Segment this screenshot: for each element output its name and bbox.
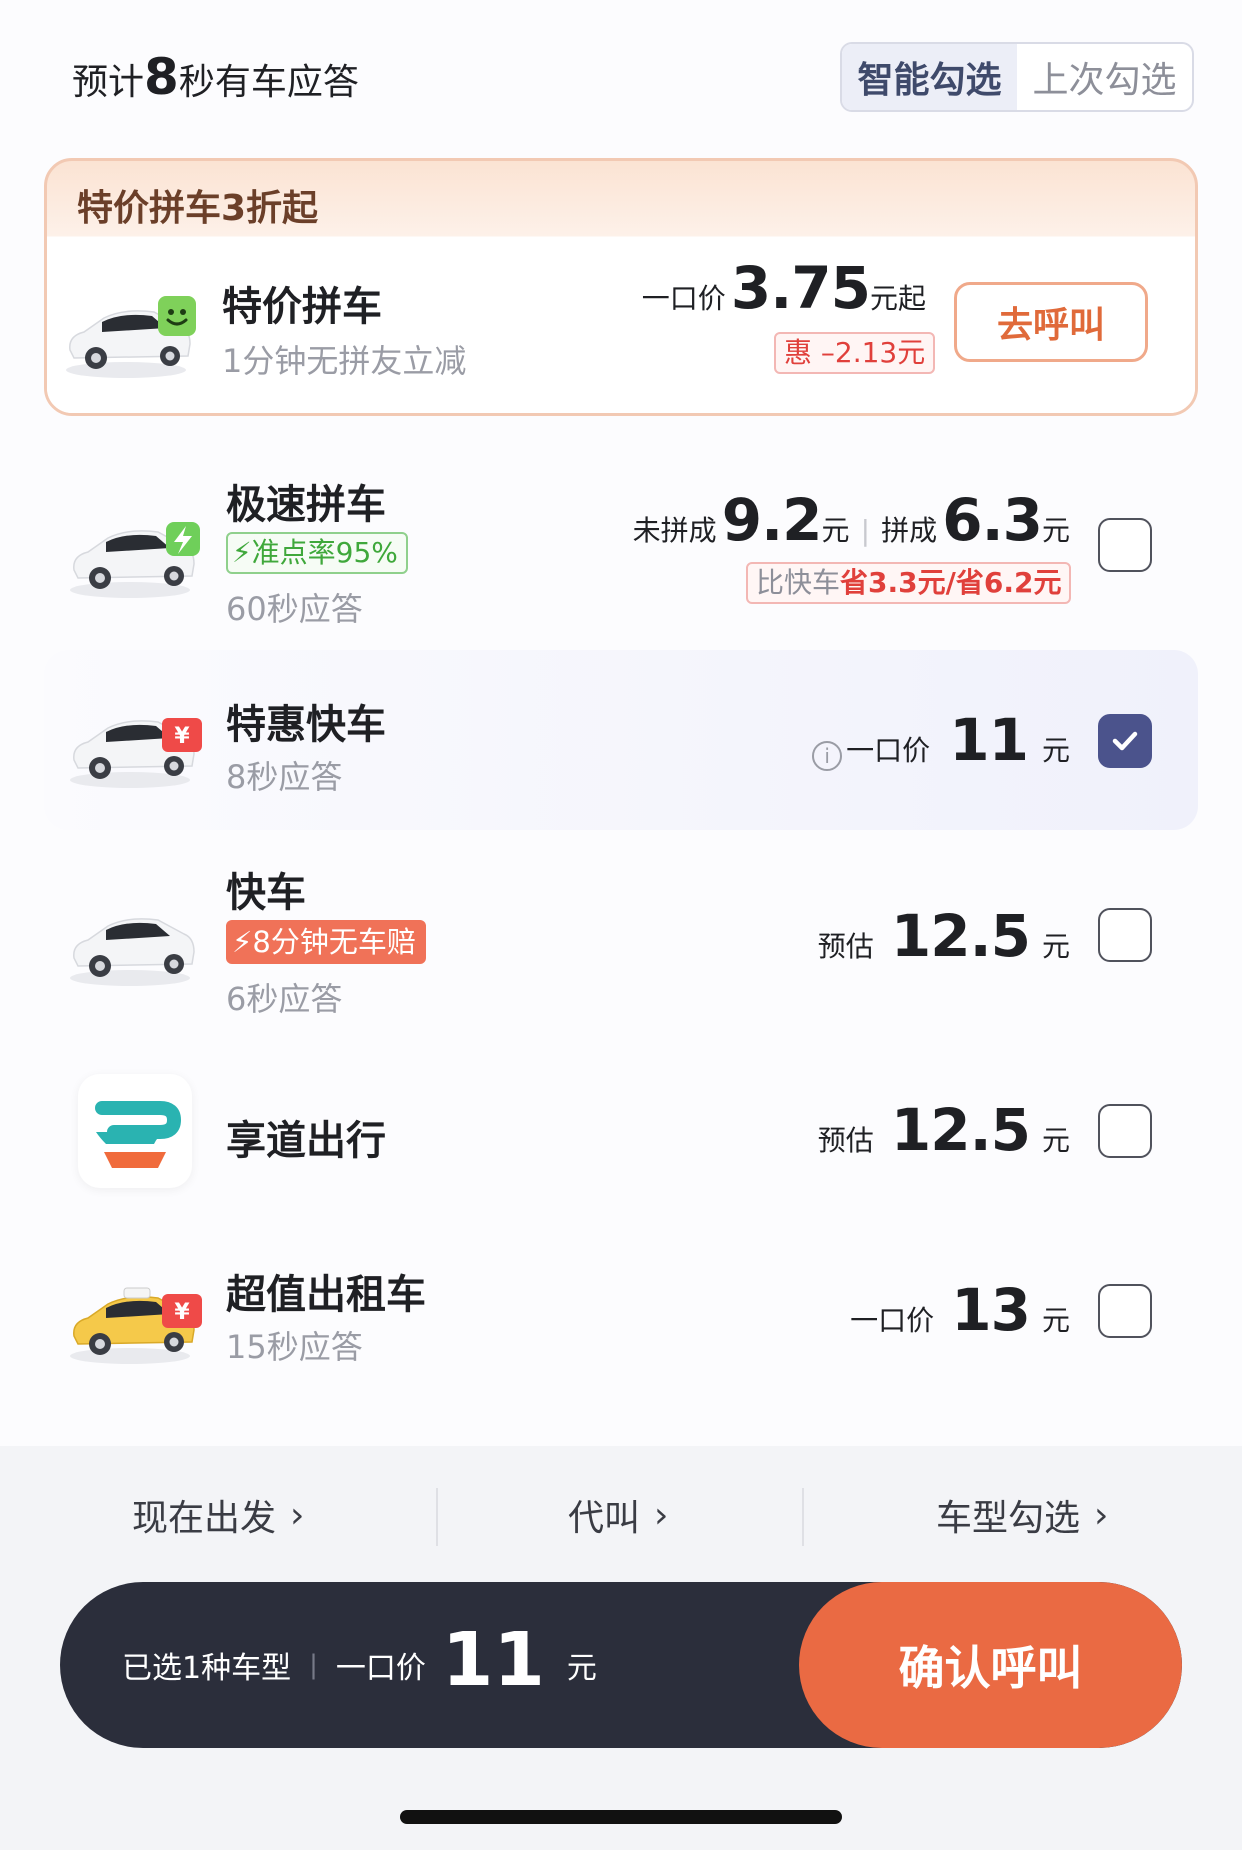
discount-express-price-value: 11 [949, 706, 1029, 774]
checkmark-icon [1112, 731, 1138, 751]
punctuality-tag-label: 准点率95% [251, 536, 398, 569]
discount-express-price: i 一口价 11 元 [812, 706, 1070, 774]
carpooled-unit: 元 [1041, 514, 1070, 547]
confirm-bar: 已选1种车型 | 一口价 11 元 确认呼叫 [60, 1582, 1182, 1748]
eta-text: 预计8秒有车应答 [72, 48, 359, 106]
svg-text:¥: ¥ [174, 1300, 190, 1325]
carpool-price-label: 一口价 [641, 282, 726, 315]
compensation-tag: ⚡8分钟无车赔 [226, 920, 426, 964]
punctuality-tag: ⚡准点率95% [226, 532, 408, 574]
xiangdao-logo [78, 1074, 192, 1188]
eta-prefix: 预计 [72, 62, 145, 103]
taxi-price-label: 一口价 [850, 1304, 935, 1337]
xiangdao-name: 享道出行 [226, 1118, 386, 1164]
summary-separator: | [309, 1650, 318, 1680]
go-call-button[interactable]: 去呼叫 [954, 282, 1148, 362]
express-price-value: 12.5 [890, 902, 1031, 970]
lightning-icon: ⚡ [232, 925, 253, 959]
selected-summary: 已选1种车型 | 一口价 11 元 [122, 1582, 597, 1748]
taxi-checkbox[interactable] [1098, 1284, 1152, 1338]
discount-express-checkbox[interactable] [1098, 714, 1152, 768]
taxi-car-icon: ¥ [70, 1287, 202, 1364]
depart-time-label: 现在出发 [132, 1498, 277, 1539]
uncarpooled-unit: 元 [821, 514, 850, 547]
taxi-subtitle: 15秒应答 [226, 1328, 363, 1366]
last-select-tab[interactable]: 上次勾选 [1017, 44, 1192, 110]
xiangdao-price-unit: 元 [1041, 1124, 1070, 1157]
chevron-right-icon: › [654, 1494, 669, 1536]
carpooled-price: 6.3 [942, 486, 1043, 554]
carpool-discount-badge: 惠 –2.13元 [774, 332, 936, 374]
model-select-option[interactable]: 车型勾选 › [936, 1470, 1108, 1560]
divider [802, 1488, 804, 1546]
summary-price-label: 一口价 [335, 1651, 426, 1686]
express-car-icon [70, 918, 195, 986]
carpool-name: 特价拼车 [222, 284, 382, 330]
express-carpool-name: 极速拼车 [226, 482, 386, 528]
uncarpooled-price: 9.2 [721, 486, 823, 554]
carpool-price-value: 3.75 [730, 254, 871, 322]
discount-express-price-unit: 元 [1041, 734, 1070, 767]
proxy-call-option[interactable]: 代叫 › [568, 1470, 668, 1560]
summary-unit: 元 [566, 1651, 597, 1686]
selection-mode-toggle: 智能勾选 上次勾选 [840, 42, 1194, 112]
discount-express-car-icon: ¥ [70, 718, 202, 788]
promo-title: 特价拼车3折起 [77, 188, 319, 229]
express-price: 预估 12.5 元 [818, 902, 1070, 970]
taxi-price: 一口价 13 元 [850, 1276, 1070, 1344]
xiangdao-price-label: 预估 [817, 1124, 874, 1157]
savings-prefix: 比快车 [756, 566, 841, 599]
carpool-subtitle: 1分钟无拼友立减 [222, 342, 467, 380]
smart-select-tab[interactable]: 智能勾选 [842, 44, 1017, 110]
proxy-call-label: 代叫 [568, 1498, 641, 1539]
chevron-right-icon: › [290, 1494, 305, 1536]
svg-text:¥: ¥ [174, 724, 190, 749]
express-subtitle: 6秒应答 [226, 980, 343, 1018]
taxi-price-value: 13 [951, 1276, 1031, 1344]
express-checkbox[interactable] [1098, 908, 1152, 962]
express-name: 快车 [226, 870, 306, 916]
express-price-unit: 元 [1041, 930, 1070, 963]
home-indicator [400, 1810, 842, 1824]
carpool-car-icon [66, 296, 196, 378]
eta-suffix: 秒有车应答 [178, 62, 359, 103]
divider [436, 1488, 438, 1546]
lightning-icon: ⚡ [232, 536, 252, 569]
savings-amount: 省3.3元/省6.2元 [840, 566, 1062, 599]
ride-selection-page: 预计8秒有车应答 智能勾选 上次勾选 特价拼车3折起 特价拼车 1分钟无拼友立减… [0, 0, 1242, 1850]
options-bar: 现在出发 › 代叫 › 车型勾选 › [0, 1470, 1242, 1560]
discount-express-price-label: 一口价 [846, 734, 931, 767]
confirm-call-button[interactable]: 确认呼叫 [799, 1582, 1182, 1748]
carpool-price-unit: 元起 [869, 282, 926, 315]
savings-tag: 比快车省3.3元/省6.2元 [746, 562, 1072, 604]
carpooled-label: 拼成 [881, 514, 938, 547]
taxi-price-unit: 元 [1041, 1304, 1070, 1337]
xiangdao-checkbox[interactable] [1098, 1104, 1152, 1158]
express-carpool-checkbox[interactable] [1098, 518, 1152, 572]
discount-express-name: 特惠快车 [226, 702, 386, 748]
eta-seconds: 8 [144, 48, 179, 106]
xiangdao-logo-icon [95, 1101, 182, 1168]
express-carpool-subtitle: 60秒应答 [226, 590, 363, 628]
xiangdao-price-value: 12.5 [890, 1096, 1031, 1164]
carpool-price: 一口价 3.75元起 [642, 254, 926, 322]
price-separator: | [860, 514, 871, 547]
compensation-tag-label: 8分钟无车赔 [252, 925, 416, 959]
express-carpool-price: 未拼成 9.2元 | 拼成 6.3元 [633, 486, 1070, 554]
info-icon[interactable]: i [812, 740, 843, 771]
uncarpooled-label: 未拼成 [632, 514, 717, 547]
discount-express-subtitle: 8秒应答 [226, 758, 343, 796]
selected-count: 已选1种车型 [122, 1651, 292, 1686]
express-price-label: 预估 [817, 930, 874, 963]
xiangdao-price: 预估 12.5 元 [818, 1096, 1070, 1164]
chevron-right-icon: › [1094, 1494, 1109, 1536]
depart-time-option[interactable]: 现在出发 › [132, 1470, 304, 1560]
taxi-name: 超值出租车 [226, 1272, 426, 1318]
model-select-label: 车型勾选 [936, 1498, 1081, 1539]
summary-price: 11 [441, 1617, 545, 1703]
express-carpool-car-icon [70, 522, 200, 598]
